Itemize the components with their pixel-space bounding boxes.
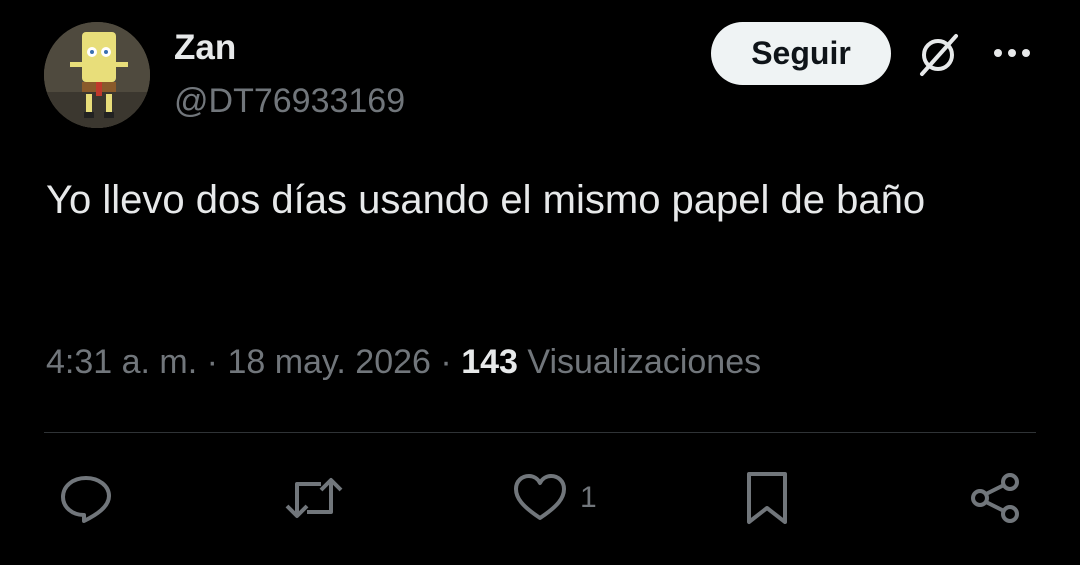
meta-separator: · [206,343,218,381]
share-button[interactable] [968,470,1024,526]
tweet-meta: 4:31 a. m. · 18 may. 2026 · 143 Visualiz… [46,340,761,384]
views-label: Visualizaciones [527,343,762,381]
share-icon [971,473,1019,523]
tweet-date[interactable]: 18 may. 2026 [227,343,431,381]
follow-button[interactable]: Seguir [711,22,891,85]
divider [44,432,1036,433]
bookmark-button[interactable] [743,470,791,526]
more-horizontal-icon[interactable] [990,38,1034,68]
tweet-time[interactable]: 4:31 a. m. [46,343,197,381]
like-count: 1 [580,481,597,514]
meta-separator: · [440,343,452,381]
tweet: Zan @DT76933169 Seguir Yo llevo dos días… [0,0,1080,565]
retweet-button[interactable] [283,470,345,526]
bookmark-icon [747,472,787,524]
tweet-text: Yo llevo dos días usando el mismo papel … [46,178,926,222]
views-count: 143 [461,343,518,381]
like-button[interactable]: 1 [512,470,597,526]
author-handle[interactable]: @DT76933169 [174,80,405,122]
reply-icon [61,476,111,523]
avatar[interactable] [44,22,150,128]
avatar-image [44,22,150,128]
heart-icon [514,474,566,520]
author-name[interactable]: Zan [174,26,236,70]
reply-button[interactable] [58,470,114,526]
retweet-icon [285,478,343,518]
grok-slash-icon[interactable] [912,30,964,80]
